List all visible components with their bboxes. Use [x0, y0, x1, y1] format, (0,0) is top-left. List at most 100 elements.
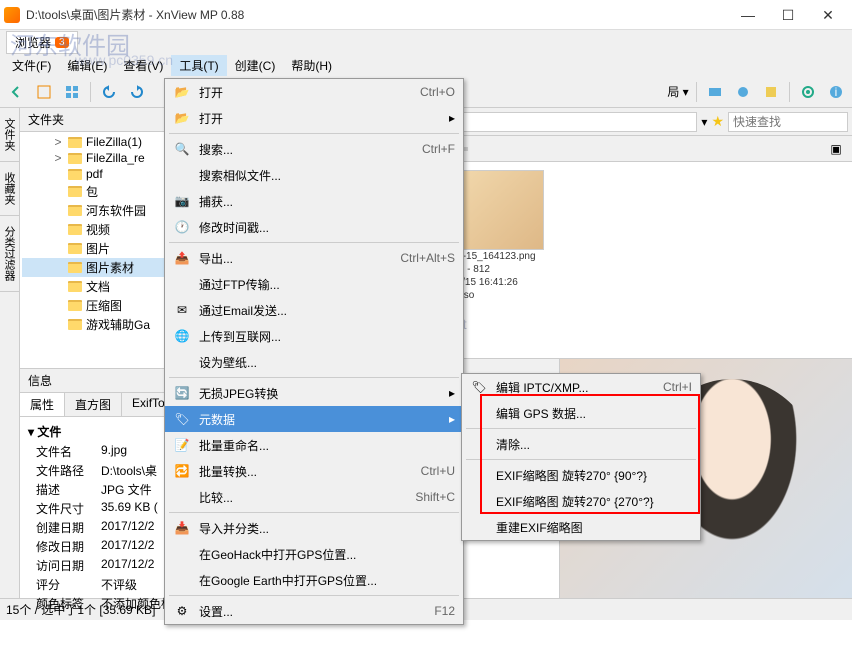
browser-tab[interactable]: 浏览器 3 — [6, 31, 78, 54]
tree-item-label: 图片素材 — [86, 259, 134, 276]
tool2-icon[interactable] — [731, 80, 755, 104]
metadata-submenu: 🏷编辑 IPTC/XMP...Ctrl+I 编辑 GPS 数据... 清除...… — [461, 373, 701, 541]
submenu-exif-rotate-270[interactable]: EXIF缩略图 旋转270° {270°?} — [462, 488, 700, 514]
quick-search-input[interactable] — [728, 112, 848, 132]
menubar: 文件(F) 编辑(E) 查看(V) 工具(T) 创建(C) 帮助(H) — [0, 54, 852, 76]
tree-item-label: 文档 — [86, 278, 110, 295]
submenu-edit-iptc[interactable]: 🏷编辑 IPTC/XMP...Ctrl+I — [462, 374, 700, 400]
menu-import-sort[interactable]: 📥导入并分类... — [165, 515, 463, 541]
thumbnail-icon[interactable] — [60, 80, 84, 104]
menu-view[interactable]: 查看(V) — [115, 55, 171, 76]
tree-item-label: 包 — [86, 183, 98, 200]
tree-item-label: 视频 — [86, 221, 110, 238]
menu-lossless-jpeg[interactable]: 🔄无损JPEG转换▸ — [165, 380, 463, 406]
info-key: 修改日期 — [36, 538, 101, 555]
side-tabs: 文件夹 收藏夹 分类过滤器 — [0, 108, 20, 598]
menu-email[interactable]: ✉通过Email发送... — [165, 297, 463, 323]
folder-icon — [68, 205, 82, 216]
favorite-icon[interactable]: ★ — [711, 113, 724, 130]
submenu-rebuild-exif[interactable]: 重建EXIF缩略图 — [462, 514, 700, 540]
folder-icon — [68, 262, 82, 273]
tool1-icon[interactable] — [703, 80, 727, 104]
menu-edit-timestamp[interactable]: 🕐修改时间戳... — [165, 214, 463, 240]
menu-create[interactable]: 创建(C) — [227, 55, 284, 76]
menu-help[interactable]: 帮助(H) — [283, 55, 340, 76]
close-button[interactable]: ✕ — [808, 1, 848, 29]
info-value: D:\tools\桌 — [101, 462, 157, 479]
folder-icon — [68, 137, 82, 148]
info-key: 文件名 — [36, 443, 101, 460]
tree-item-label: 游戏辅助Ga — [86, 316, 150, 333]
menu-open-with[interactable]: 📂打开▸ — [165, 105, 463, 131]
sidetab-folders[interactable]: 文件夹 — [0, 108, 19, 162]
rotate-left-icon[interactable] — [97, 80, 121, 104]
info-tab-histogram[interactable]: 直方图 — [65, 393, 122, 416]
menu-edit[interactable]: 编辑(E) — [59, 55, 115, 76]
menu-file[interactable]: 文件(F) — [4, 55, 59, 76]
info-value: 不评级 — [101, 576, 137, 593]
info-value: JPG 文件 — [101, 481, 152, 498]
menu-compare[interactable]: 比较...Shift+C — [165, 484, 463, 510]
tool3-icon[interactable] — [759, 80, 783, 104]
submenu-exif-rotate-90[interactable]: EXIF缩略图 旋转270° {90°?} — [462, 462, 700, 488]
rotate-right-icon[interactable] — [125, 80, 149, 104]
menu-metadata[interactable]: 🏷元数据▸ — [165, 406, 463, 432]
folder-icon — [68, 243, 82, 254]
menu-search-similar[interactable]: 搜索相似文件... — [165, 162, 463, 188]
menu-search[interactable]: 🔍搜索...Ctrl+F — [165, 136, 463, 162]
submenu-clear[interactable]: 清除... — [462, 431, 700, 457]
menu-ftp[interactable]: 通过FTP传输... — [165, 271, 463, 297]
info-icon[interactable]: i — [824, 80, 848, 104]
sidetab-favorites[interactable]: 收藏夹 — [0, 162, 19, 216]
info-value: 2017/12/2 — [101, 557, 154, 574]
info-value: 2017/12/2 — [101, 538, 154, 555]
menu-upload[interactable]: 🌐上传到互联网... — [165, 323, 463, 349]
info-key: 文件路径 — [36, 462, 101, 479]
folder-icon — [68, 186, 82, 197]
info-key: 评分 — [36, 576, 101, 593]
submenu-edit-gps[interactable]: 编辑 GPS 数据... — [462, 400, 700, 426]
back-icon[interactable] — [4, 80, 28, 104]
folder-icon — [68, 300, 82, 311]
fullscreen-icon[interactable] — [32, 80, 56, 104]
status-count: 15个 / 选中了1个 [35.69 KB] — [6, 601, 155, 618]
filter-icon[interactable]: ▣ — [824, 137, 848, 161]
settings-icon[interactable] — [796, 80, 820, 104]
menu-wallpaper[interactable]: 设为壁纸... — [165, 349, 463, 375]
info-tab-props[interactable]: 属性 — [20, 393, 65, 416]
maximize-button[interactable]: ☐ — [768, 1, 808, 29]
sidetab-filter[interactable]: 分类过滤器 — [0, 216, 19, 292]
menu-batch-rename[interactable]: 📝批量重命名... — [165, 432, 463, 458]
folder-icon — [68, 153, 82, 164]
svg-text:i: i — [835, 85, 838, 99]
menu-geohack[interactable]: 在GeoHack中打开GPS位置... — [165, 541, 463, 567]
info-key: 访问日期 — [36, 557, 101, 574]
layout-icon[interactable]: 局 ▾ — [666, 80, 690, 104]
menu-google-earth[interactable]: 在Google Earth中打开GPS位置... — [165, 567, 463, 593]
tools-menu: 📂打开Ctrl+O 📂打开▸ 🔍搜索...Ctrl+F 搜索相似文件... 📷捕… — [164, 78, 464, 625]
menu-capture[interactable]: 📷捕获... — [165, 188, 463, 214]
menu-export[interactable]: 📤导出...Ctrl+Alt+S — [165, 245, 463, 271]
info-key: 创建日期 — [36, 519, 101, 536]
tree-item-label: 图片 — [86, 240, 110, 257]
tree-item-label: pdf — [86, 167, 103, 181]
menu-tools[interactable]: 工具(T) — [171, 55, 226, 76]
info-value: 35.69 KB ( — [101, 500, 158, 517]
tree-item-label: FileZilla(1) — [86, 135, 142, 149]
menu-settings[interactable]: ⚙设置...F12 — [165, 598, 463, 624]
tree-item-label: 河东软件园 — [86, 202, 146, 219]
window-title: D:\tools\桌面\图片素材 - XnView MP 0.88 — [26, 6, 728, 23]
tree-item-label: FileZilla_re — [86, 151, 145, 165]
info-key: 描述 — [36, 481, 101, 498]
app-icon — [4, 7, 20, 23]
tree-item-label: 压缩图 — [86, 297, 122, 314]
folder-icon — [68, 281, 82, 292]
menu-open[interactable]: 📂打开Ctrl+O — [165, 79, 463, 105]
minimize-button[interactable]: — — [728, 1, 768, 29]
tab-badge: 3 — [55, 37, 69, 48]
document-tabs: 浏览器 3 — [0, 30, 852, 54]
folder-icon — [68, 224, 82, 235]
folder-icon — [68, 169, 82, 180]
tab-label: 浏览器 — [15, 34, 51, 51]
menu-batch-convert[interactable]: 🔁批量转换...Ctrl+U — [165, 458, 463, 484]
